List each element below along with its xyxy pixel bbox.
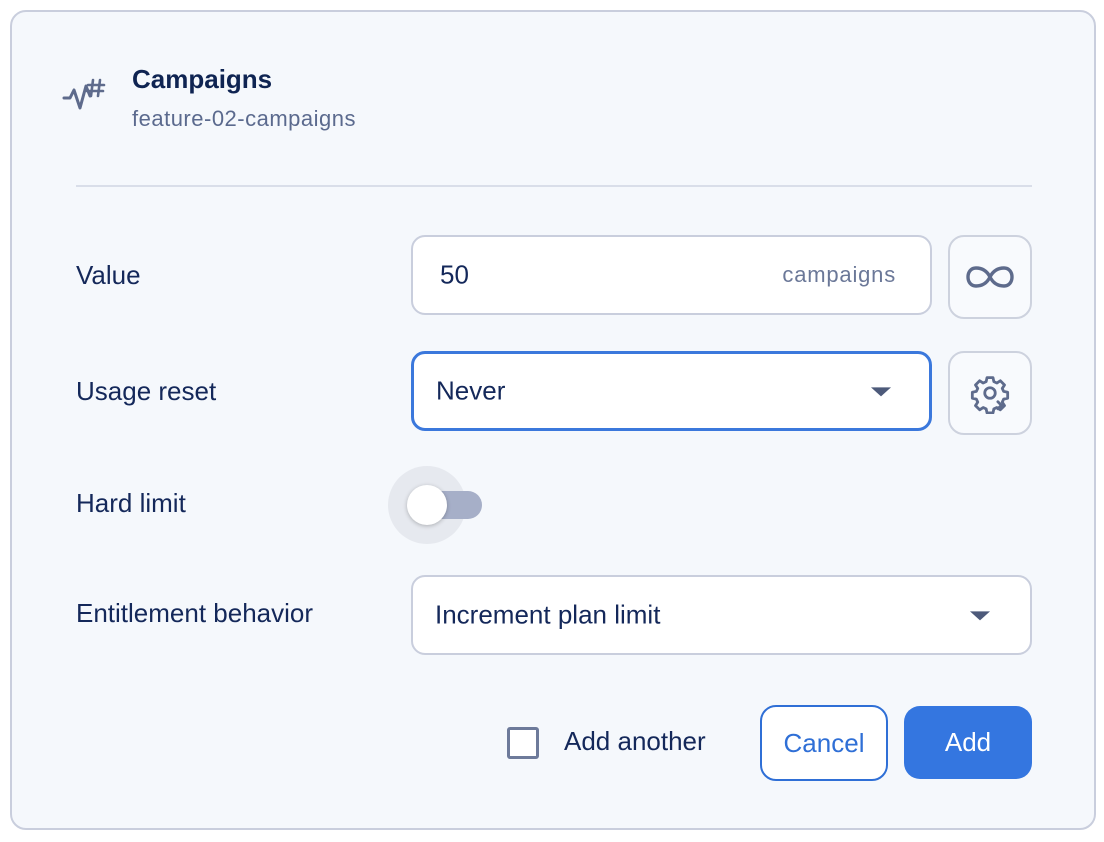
gear-icon	[970, 376, 1010, 414]
value-label: Value	[76, 260, 141, 290]
value-input-text: 50	[440, 259, 469, 290]
feature-title: Campaigns	[132, 64, 273, 94]
cancel-button[interactable]: Cancel	[760, 705, 888, 781]
reset-settings-button[interactable]	[948, 351, 1032, 435]
unlimited-button[interactable]	[948, 235, 1032, 319]
chevron-down-icon	[970, 611, 990, 621]
value-unit: campaigns	[782, 262, 896, 287]
add-button[interactable]: Add	[904, 706, 1032, 779]
entitlement-behavior-select[interactable]: Increment plan limit	[411, 575, 1032, 655]
hard-limit-label: Hard limit	[76, 488, 186, 518]
add-another-label[interactable]: Add another	[564, 726, 706, 757]
entitlement-behavior-selected: Increment plan limit	[435, 599, 661, 630]
header-divider	[76, 185, 1032, 187]
chevron-down-icon	[871, 387, 891, 397]
usage-reset-label: Usage reset	[76, 376, 217, 406]
entitlement-behavior-label: Entitlement behavior	[76, 598, 314, 628]
hard-limit-toggle-knob[interactable]	[407, 485, 447, 525]
usage-reset-selected: Never	[436, 375, 506, 406]
usage-reset-select[interactable]: Never	[411, 351, 932, 431]
feature-id: feature-02-campaigns	[132, 106, 357, 131]
value-input[interactable]: 50 campaigns	[411, 235, 932, 315]
metered-feature-icon	[62, 78, 106, 110]
add-another-checkbox[interactable]	[507, 727, 539, 759]
infinity-icon	[966, 266, 1014, 288]
